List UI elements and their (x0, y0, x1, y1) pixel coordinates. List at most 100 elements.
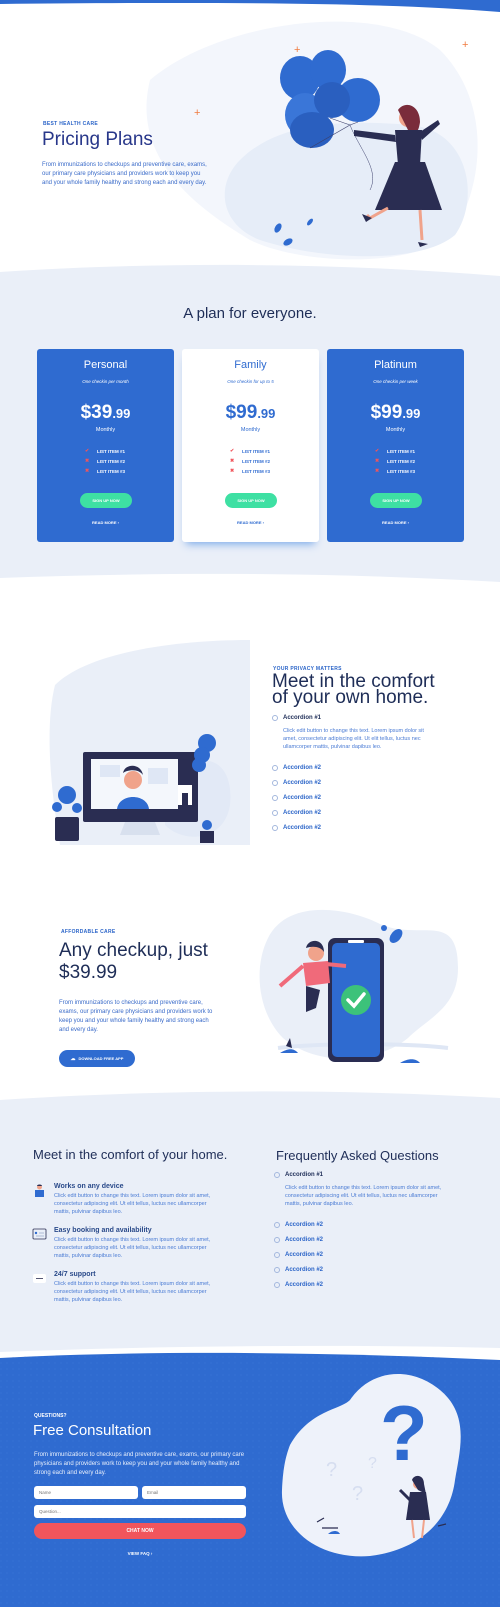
accordion-item[interactable]: Accordion #2 (272, 780, 321, 786)
chat-now-button[interactable]: CHAT NOW (34, 1523, 246, 1539)
plan-name: Personal (83, 359, 128, 371)
accordion-toggle-icon (274, 1237, 280, 1243)
email-field[interactable] (142, 1486, 246, 1499)
plan-feature: ✖ LIST ITEM #3 (375, 466, 415, 476)
check-icon: ✔ (375, 448, 380, 454)
accordion-toggle-icon (272, 825, 278, 831)
plan-feature: ✔ LIST ITEM #1 (375, 446, 415, 456)
svg-text:?: ? (380, 1389, 428, 1477)
accordion-item[interactable]: Accordion #2 (272, 825, 321, 831)
consult-eyebrow: QUESTIONS? (34, 1413, 67, 1419)
accordion-toggle-icon (272, 715, 278, 721)
question-field[interactable] (34, 1505, 246, 1518)
accordion-item[interactable]: Accordion #2 (274, 1282, 323, 1288)
privacy-title-line2: of your own home. (272, 687, 429, 708)
checkup-eyebrow: AFFORDABLE CARE (61, 929, 116, 935)
plan-price-cents: .99 (402, 406, 421, 421)
accordion-item[interactable]: Accordion #2 (274, 1267, 323, 1273)
accordion-label: Accordion #2 (283, 825, 322, 831)
plan-price: $39.99 (37, 402, 174, 424)
svg-text:+: + (462, 39, 468, 51)
plan-name: Platinum (374, 359, 417, 371)
accordion-content: Click edit button to change this text. L… (285, 1185, 442, 1207)
plan-subtitle: One checkin per week (373, 379, 418, 384)
checkup-title-line1: Any checkup, just (59, 940, 208, 961)
accordion-item[interactable]: Accordion #1 (272, 715, 321, 721)
cloud-download-icon: ☁ (70, 1055, 76, 1062)
read-more-link[interactable]: READ MORE › (37, 520, 174, 525)
sign-up-button[interactable]: SIGN UP NOW (370, 493, 422, 508)
svg-text:+: + (194, 107, 200, 119)
booking-icon (32, 1227, 47, 1242)
sign-up-button[interactable]: SIGN UP NOW (80, 493, 132, 508)
plan-feature-label: LIST ITEM #1 (97, 448, 126, 454)
plan-period: Monthly (95, 427, 116, 433)
svg-text:?: ? (326, 1459, 337, 1481)
pricing-card: Platinum One checkin per week $99.99 Mon… (327, 349, 464, 542)
svg-text:?: ? (368, 1455, 377, 1472)
accordion-label: Accordion #2 (283, 795, 322, 801)
accordion-label: Accordion #2 (285, 1252, 324, 1258)
consultation-background: ? ? ? ? (0, 1352, 500, 1607)
cross-icon: ✖ (85, 458, 90, 464)
feature-title: Easy booking and availability (54, 1227, 152, 1234)
read-more-link[interactable]: READ MORE › (327, 520, 464, 525)
accordion-toggle-icon (274, 1282, 280, 1288)
privacy-title: Meet in the comfort of your own home. (272, 672, 435, 708)
checkup-description: From immunizations to checkups and preve… (59, 1000, 213, 1033)
check-icon: ✔ (85, 448, 90, 454)
device-person-icon (32, 1183, 47, 1198)
accordion-item[interactable]: Accordion #2 (272, 795, 321, 801)
plan-name: Family (234, 359, 267, 371)
plan-feature-label: LIST ITEM #3 (97, 468, 126, 474)
hero-description: From immunizations to checkups and preve… (42, 162, 207, 186)
plan-price-whole: 99 (236, 402, 258, 423)
name-field[interactable] (34, 1486, 138, 1499)
plan-feature: ✖ LIST ITEM #2 (375, 456, 415, 466)
cross-icon: ✖ (85, 468, 90, 474)
accordion-toggle-icon (272, 765, 278, 771)
sign-up-button[interactable]: SIGN UP NOW (225, 493, 277, 508)
plan-feature-label: LIST ITEM #2 (242, 458, 271, 464)
download-app-button[interactable]: ☁ DOWNLOAD FREE APP (59, 1050, 135, 1067)
accordion-toggle-icon (274, 1172, 280, 1178)
plan-price: $99.99 (182, 402, 319, 424)
accordion-item[interactable]: Accordion #2 (274, 1252, 323, 1258)
plan-price-whole: 99 (381, 402, 403, 423)
plan-feature: ✖ LIST ITEM #3 (85, 466, 125, 476)
plan-currency: $ (370, 402, 382, 423)
cross-icon: ✖ (230, 458, 235, 464)
plan-feature: ✖ LIST ITEM #2 (230, 456, 270, 466)
accordion-item[interactable]: Accordion #2 (274, 1222, 323, 1228)
faq-title: Frequently Asked Questions (276, 1148, 439, 1163)
hero-eyebrow: BEST HEALTH CARE (43, 121, 98, 127)
balloon-woman-illustration (274, 50, 442, 247)
accordion-item[interactable]: Accordion #2 (274, 1237, 323, 1243)
plan-subtitle: One checkin for up to 5 (227, 379, 274, 384)
plan-period: Monthly (240, 427, 261, 433)
plan-feature-label: LIST ITEM #1 (242, 448, 271, 454)
accordion-content: Click edit button to change this text. L… (283, 728, 424, 750)
read-more-link[interactable]: READ MORE › (182, 520, 319, 525)
plan-period: Monthly (385, 427, 406, 433)
plan-feature-label: LIST ITEM #3 (242, 468, 271, 474)
plan-feature: ✔ LIST ITEM #1 (85, 446, 125, 456)
accordion-item[interactable]: Accordion #2 (272, 810, 321, 816)
accordion-item[interactable]: Accordion #1 (274, 1172, 323, 1178)
plan-feature-label: LIST ITEM #2 (387, 458, 416, 464)
plan-price-cents: .99 (257, 406, 276, 421)
accordion-label: Accordion #2 (285, 1282, 324, 1288)
checkup-title: Any checkup, just $39.99 (59, 940, 208, 984)
svg-text:?: ? (352, 1483, 363, 1505)
view-faq-link[interactable]: VIEW FAQ › (34, 1551, 246, 1556)
consult-title: Free Consultation (33, 1422, 152, 1439)
plan-price: $99.99 (327, 402, 464, 424)
plan-price-cents: .99 (112, 406, 131, 421)
feature-description: Click edit button to change this text. L… (54, 1281, 211, 1303)
consult-description: From immunizations to checkups and preve… (34, 1452, 245, 1476)
accordion-item[interactable]: Accordion #2 (272, 765, 321, 771)
accordion-label: Accordion #2 (283, 780, 322, 786)
accordion-label: Accordion #1 (285, 1172, 324, 1178)
faq-band-background (0, 1091, 500, 1352)
plan-feature-list: ✔ LIST ITEM #1 ✖ LIST ITEM #2 ✖ LIST ITE… (230, 446, 270, 476)
